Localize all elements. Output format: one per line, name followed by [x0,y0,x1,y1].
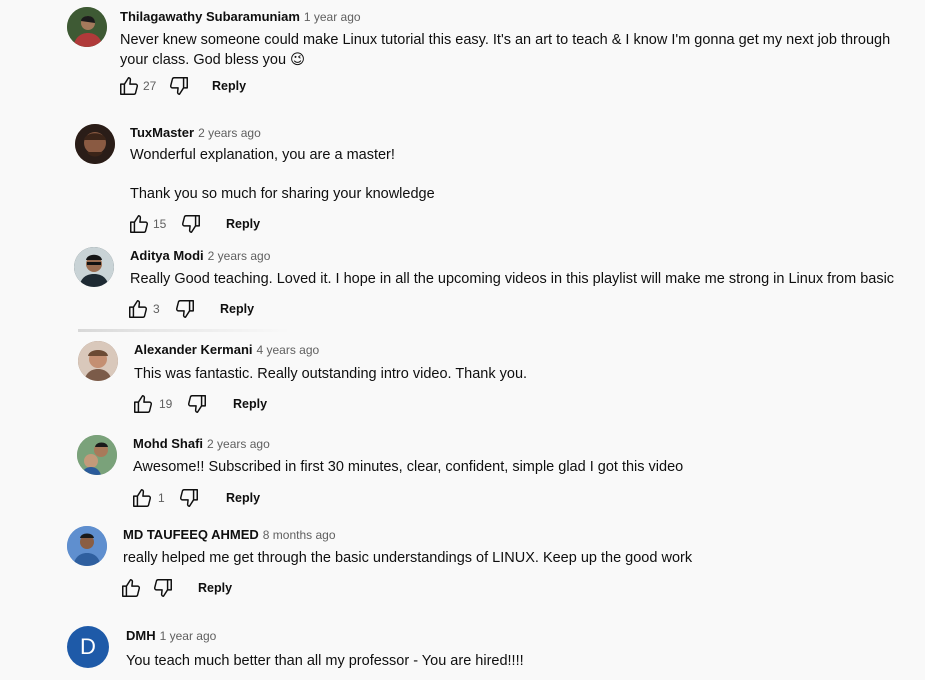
comment-author[interactable]: Thilagawathy Subaramuniam [120,9,300,24]
comment-text: Never knew someone could make Linux tuto… [120,32,891,68]
comment-timestamp[interactable]: 1 year ago [304,10,361,24]
comment-author[interactable]: MD TAUFEEQ AHMED [123,527,259,542]
comment-author[interactable]: Mohd Shafi [133,436,203,451]
comment-author[interactable]: TuxMaster [130,125,194,140]
avatar[interactable] [77,435,117,475]
comment-author[interactable]: Alexander Kermani [134,342,253,357]
comment-text: really helped me get through the basic u… [123,550,693,566]
comment-timestamp[interactable]: 2 years ago [207,437,270,451]
thumbs-up-icon[interactable] [132,393,154,415]
comment-text: Wonderful explanation, you are a master!… [130,147,435,202]
reply-button[interactable]: Reply [220,298,254,320]
thumbs-up-icon[interactable] [131,487,153,509]
comment-text: This was fantastic. Really outstanding i… [134,366,528,382]
avatar[interactable] [78,341,118,381]
reply-button[interactable]: Reply [233,393,267,415]
thumbs-up-icon[interactable] [120,577,142,599]
reply-button[interactable]: Reply [198,577,232,599]
avatar[interactable] [74,247,114,287]
reply-button[interactable]: Reply [226,487,260,509]
comment-text: Awesome!! Subscribed in first 30 minutes… [133,459,684,475]
comment-author[interactable]: DMH [126,628,156,643]
comment-timestamp[interactable]: 4 years ago [257,343,320,357]
comment-timestamp[interactable]: 8 months ago [263,528,336,542]
like-count: 15 [153,217,167,231]
comment-text: Really Good teaching. Loved it. I hope i… [130,271,895,287]
like-count: 27 [143,79,157,93]
avatar[interactable] [67,526,107,566]
thumbs-down-icon[interactable] [168,75,190,97]
thumbs-up-icon[interactable] [118,75,140,97]
comment-timestamp[interactable]: 1 year ago [160,629,217,643]
avatar-letter: D [80,634,96,659]
thumbs-down-icon[interactable] [174,298,196,320]
like-count: 1 [158,491,165,505]
avatar[interactable] [67,7,107,47]
comment-author[interactable]: Aditya Modi [130,248,204,263]
like-count: 3 [153,302,160,316]
reply-button[interactable]: Reply [226,213,260,235]
thumbs-up-icon[interactable] [128,213,150,235]
thumbs-up-icon[interactable] [127,298,149,320]
like-count: 19 [159,397,173,411]
thumbs-down-icon[interactable] [186,393,208,415]
comment-text: You teach much better than all my profes… [126,653,524,669]
divider [78,329,290,332]
reply-button[interactable]: Reply [212,75,246,97]
comment-timestamp[interactable]: 2 years ago [208,249,271,263]
avatar[interactable] [75,124,115,164]
thumbs-down-icon[interactable] [152,577,174,599]
thumbs-down-icon[interactable] [180,213,202,235]
comment-timestamp[interactable]: 2 years ago [198,126,261,140]
avatar[interactable]: D [67,626,109,668]
thumbs-down-icon[interactable] [178,487,200,509]
